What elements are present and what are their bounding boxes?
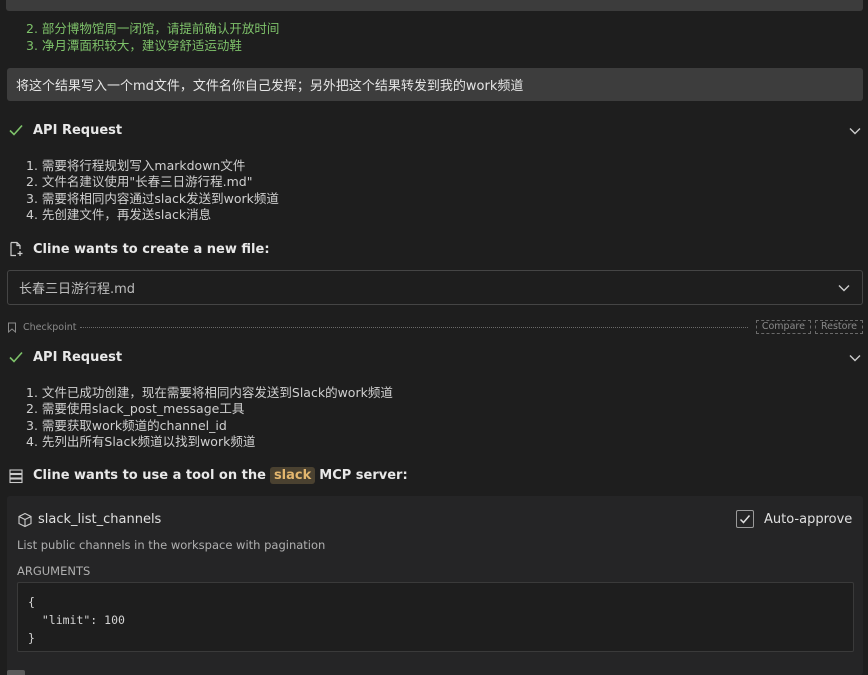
restore-button[interactable]: Restore xyxy=(814,320,863,334)
list-item: 4. 先列出所有Slack频道以找到work频道 xyxy=(26,433,256,449)
api-request-title: API Request xyxy=(33,122,123,138)
tool-description: List public channels in the workspace wi… xyxy=(17,538,326,552)
tool-name: slack_list_channels xyxy=(38,512,162,527)
list-item: 2. 需要使用slack_post_message工具 xyxy=(26,401,245,417)
checkpoint-label: Checkpoint xyxy=(23,321,77,333)
api-request-header[interactable]: API Request xyxy=(8,122,122,138)
auto-approve-label: Auto-approve xyxy=(764,511,853,527)
tip-line: 3. 净月潭面积较大，建议穿舒适运动鞋 xyxy=(26,38,242,53)
mcp-title-prefix: Cline wants to use a tool on the xyxy=(33,468,266,483)
auto-approve-checkbox[interactable] xyxy=(736,510,754,528)
list-item: 3. 需要获取work频道的channel_id xyxy=(26,417,227,433)
arguments-label: ARGUMENTS xyxy=(17,564,91,578)
chevron-down-icon[interactable] xyxy=(848,124,862,138)
checkpoint-bar: Checkpoint Compare Restore xyxy=(7,320,863,334)
checkpoint-divider xyxy=(80,326,748,328)
next-message-block xyxy=(7,670,25,675)
check-icon xyxy=(8,122,24,138)
chevron-down-icon[interactable] xyxy=(848,351,862,365)
create-file-title: Cline wants to create a new file: xyxy=(33,241,270,257)
cube-icon xyxy=(18,512,32,528)
user-message: 将这个结果写入一个md文件，文件名你自己发挥；另外把这个结果转发到我的work频… xyxy=(7,68,863,101)
list-item: 1. 需要将行程规划写入markdown文件 xyxy=(26,158,246,173)
mcp-title-suffix: MCP server: xyxy=(319,468,408,483)
file-accordion[interactable]: 长春三日游行程.md xyxy=(7,270,863,305)
mcp-server-tag: slack xyxy=(269,467,316,484)
list-item: 1. 文件已成功创建，现在需要将相同内容发送到Slack的work频道 xyxy=(26,385,393,400)
list-item: 4. 先创建文件，再发送slack消息 xyxy=(26,206,212,222)
previous-message-block xyxy=(6,0,863,11)
mcp-tool-header: Cline wants to use a tool on the slack M… xyxy=(8,467,408,484)
check-icon xyxy=(8,349,24,365)
check-icon xyxy=(739,515,751,524)
api-request-title: API Request xyxy=(33,349,123,365)
new-file-icon xyxy=(8,241,24,257)
user-message-text: 将这个结果写入一个md文件，文件名你自己发挥；另外把这个结果转发到我的work频… xyxy=(16,79,524,94)
auto-approve-toggle[interactable]: Auto-approve xyxy=(736,510,852,528)
chevron-down-icon[interactable] xyxy=(837,281,851,295)
list-item: 3. 需要将相同内容通过slack发送到work频道 xyxy=(26,190,279,206)
api-request-header[interactable]: API Request xyxy=(8,349,122,365)
compare-button[interactable]: Compare xyxy=(755,320,811,334)
server-icon xyxy=(8,468,24,484)
create-file-header: Cline wants to create a new file: xyxy=(8,241,270,257)
api-request-reasoning-list: 1. 需要将行程规划写入markdown文件 2. 文件名建议使用"长春三日游行… xyxy=(26,158,279,223)
list-item: 2. 文件名建议使用"长春三日游行程.md" xyxy=(26,174,253,190)
file-name: 长春三日游行程.md xyxy=(19,282,136,297)
arguments-code: { "limit": 100 } xyxy=(17,582,854,652)
api-request-reasoning-list: 1. 文件已成功创建，现在需要将相同内容发送到Slack的work频道 2. 需… xyxy=(26,385,393,450)
bookmark-icon xyxy=(8,322,16,333)
